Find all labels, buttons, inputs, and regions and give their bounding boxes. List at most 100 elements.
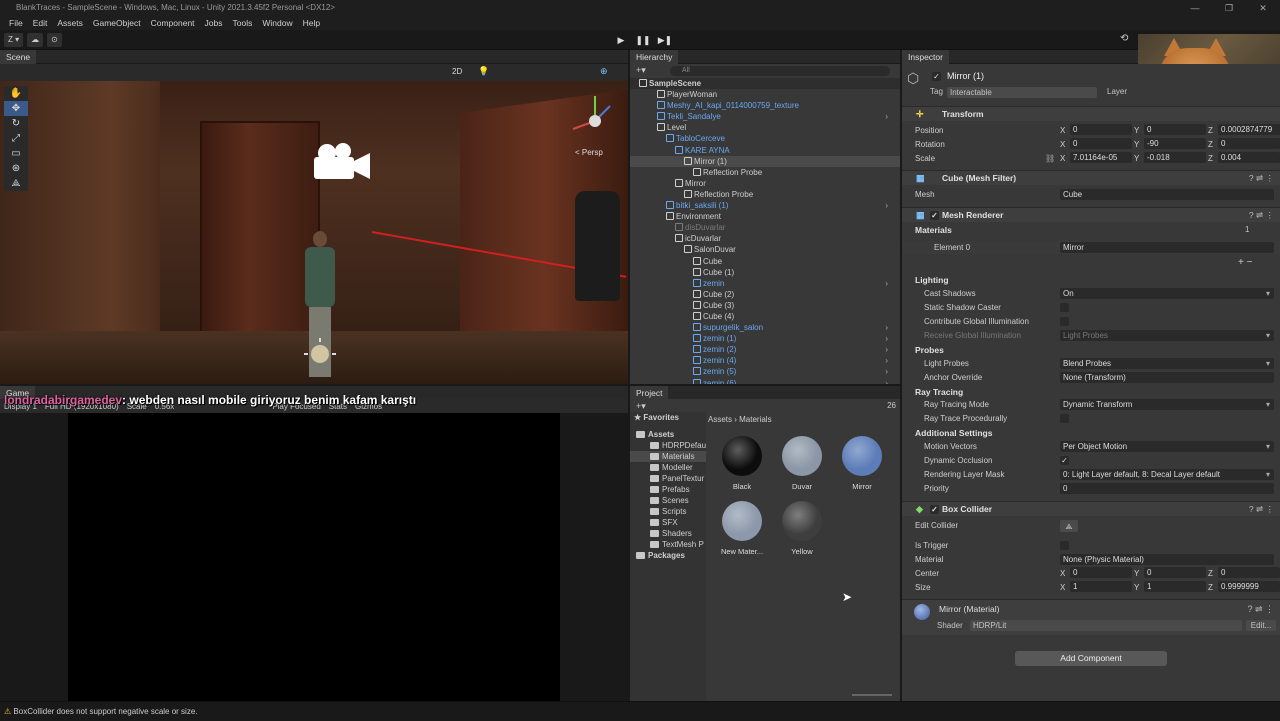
folder-item[interactable]: SFX [630, 517, 706, 528]
hierarchy-search[interactable]: All [670, 66, 890, 76]
folder-item[interactable]: TextMesh P [630, 539, 706, 550]
chevron-right-icon[interactable]: › [885, 200, 888, 211]
folder-item[interactable]: PanelTextur [630, 473, 706, 484]
shader-edit-button[interactable]: Edit... [1246, 620, 1276, 631]
element0-field[interactable]: Mirror [1060, 242, 1274, 253]
mesh-field[interactable]: Cube [1060, 189, 1274, 200]
folder-item[interactable]: Scenes [630, 495, 706, 506]
pause-button[interactable]: ❚❚ [634, 33, 652, 47]
additional-settings-section[interactable]: Additional Settings [915, 428, 992, 438]
hierarchy-item[interactable]: SampleScene [630, 78, 900, 90]
menu-component[interactable]: Component [146, 16, 200, 30]
add-asset-icon[interactable]: +▾ [636, 401, 646, 412]
probes-section[interactable]: Probes [915, 345, 944, 355]
scale-z[interactable]: 0.004 [1218, 152, 1280, 163]
rt-mode-dropdown[interactable]: Dynamic Transform [1060, 399, 1274, 410]
position-x[interactable]: 0 [1070, 124, 1132, 135]
material-asset[interactable]: Mirror [832, 436, 892, 491]
rect-tool-icon[interactable]: ▭ [4, 146, 28, 161]
zoom-slider[interactable] [852, 694, 892, 696]
gizmos-icon[interactable]: ⊕ [600, 66, 608, 77]
box-collider-header[interactable]: ◆ ✓ Box Collider ? ⇌ ⋮ [902, 501, 1280, 516]
folder-item[interactable]: HDRPDefau [630, 440, 706, 451]
tab-hierarchy[interactable]: Hierarchy [630, 50, 679, 64]
object-name[interactable]: Mirror (1) [947, 71, 984, 81]
hierarchy-item[interactable]: TabloCerceve [630, 133, 900, 144]
history-icon[interactable]: ⟲ [1120, 33, 1128, 44]
game-viewport[interactable] [68, 413, 560, 701]
layer-mask-dropdown[interactable]: 0: Light Layer default, 8: Decal Layer d… [1060, 469, 1274, 480]
folder-item[interactable]: Modeller [630, 462, 706, 473]
menu-assets[interactable]: Assets [52, 16, 88, 30]
scale-x[interactable]: 7.01164e-05 [1070, 152, 1132, 163]
priority-field[interactable]: 0 [1060, 483, 1274, 494]
component-menu-icon[interactable]: ? ⇌ ⋮ [1247, 604, 1274, 615]
camera-gizmo-icon[interactable] [312, 141, 372, 181]
status-message[interactable]: BoxCollider does not support negative sc… [13, 707, 197, 716]
hierarchy-item[interactable]: bitki_saksili (1) › [630, 200, 900, 211]
menu-help[interactable]: Help [298, 16, 325, 30]
hierarchy-item[interactable]: Cube [630, 256, 900, 267]
menu-file[interactable]: File [4, 16, 28, 30]
add-component-button[interactable]: Add Component [1015, 651, 1167, 666]
hierarchy-item[interactable]: zemin › [630, 278, 900, 289]
chevron-right-icon[interactable]: › [885, 344, 888, 355]
hierarchy-item[interactable]: Cube (1) [630, 267, 900, 278]
chevron-right-icon[interactable]: › [885, 366, 888, 377]
step-button[interactable]: ▶❚ [656, 33, 674, 47]
custom-tool-icon[interactable]: ⟁ [4, 176, 28, 191]
is-trigger-checkbox[interactable] [1060, 541, 1069, 550]
hierarchy-item[interactable]: Mirror [630, 178, 900, 189]
add-icon[interactable]: +▾ [636, 65, 646, 76]
position-z[interactable]: 0.0002874779 [1218, 124, 1280, 135]
edit-collider-icon[interactable]: ⟁ [1060, 520, 1078, 532]
persp-label[interactable]: < Persp [575, 148, 603, 157]
lighting-icon[interactable]: 💡 [478, 66, 489, 77]
menu-edit[interactable]: Edit [28, 16, 53, 30]
folder-item[interactable]: Shaders [630, 528, 706, 539]
materials-count[interactable]: 1 [1245, 225, 1249, 234]
folder-item[interactable]: Scripts [630, 506, 706, 517]
chevron-right-icon[interactable]: › [885, 322, 888, 333]
hierarchy-item[interactable]: zemin (1) › [630, 333, 900, 344]
center-x[interactable]: 0 [1070, 567, 1132, 578]
hierarchy-item[interactable]: Reflection Probe [630, 189, 900, 200]
hierarchy-item[interactable]: Cube (3) [630, 300, 900, 311]
material-title[interactable]: Mirror (Material) [939, 604, 999, 614]
hierarchy-item[interactable]: zemin (2) › [630, 344, 900, 355]
hierarchy-item[interactable]: PlayerWoman [630, 89, 900, 100]
shader-dropdown[interactable]: HDRP/Lit [970, 620, 1242, 631]
toggle-2d[interactable]: 2D [452, 67, 462, 76]
breadcrumb-materials[interactable]: Materials [739, 415, 771, 424]
breadcrumb-assets[interactable]: Assets [708, 415, 732, 424]
maximize-button[interactable]: ❐ [1212, 0, 1246, 16]
scale-tool-icon[interactable]: ⤢ [4, 131, 28, 146]
hierarchy-item[interactable]: SalonDuvar [630, 244, 900, 255]
folder-item[interactable]: Prefabs [630, 484, 706, 495]
anchor-field[interactable]: None (Transform) [1060, 372, 1274, 383]
folder-item[interactable]: Assets [630, 429, 706, 440]
menu-tools[interactable]: Tools [228, 16, 258, 30]
rotate-tool-icon[interactable]: ↻ [4, 116, 28, 131]
box-collider-enabled[interactable]: ✓ [930, 505, 939, 514]
collider-material-field[interactable]: None (Physic Material) [1060, 554, 1274, 565]
rotation-z[interactable]: 0 [1218, 138, 1280, 149]
material-asset[interactable]: Yellow [772, 501, 832, 556]
size-y[interactable]: 1 [1144, 581, 1206, 592]
link-icon[interactable]: ⛓ [1045, 152, 1055, 165]
collab-icon[interactable]: ⊙ [47, 33, 62, 47]
hierarchy-item[interactable]: Environment [630, 211, 900, 222]
chevron-right-icon[interactable]: › [885, 278, 888, 289]
scale-y[interactable]: -0.018 [1144, 152, 1206, 163]
minimize-button[interactable]: — [1178, 0, 1212, 16]
center-z[interactable]: 0 [1218, 567, 1280, 578]
menu-jobs[interactable]: Jobs [200, 16, 228, 30]
chevron-right-icon[interactable]: › [885, 378, 888, 384]
rotation-x[interactable]: 0 [1070, 138, 1132, 149]
hierarchy-item[interactable]: zemin (6) › [630, 378, 900, 384]
hierarchy-item[interactable]: zemin (5) › [630, 366, 900, 377]
hierarchy-item[interactable]: Mirror (1) [630, 155, 900, 167]
mesh-renderer-header[interactable]: ▦ ✓ Mesh Renderer ? ⇌ ⋮ [902, 207, 1280, 222]
static-shadow-checkbox[interactable] [1060, 303, 1069, 312]
component-menu-icon[interactable]: ? ⇌ ⋮ [1249, 208, 1274, 223]
